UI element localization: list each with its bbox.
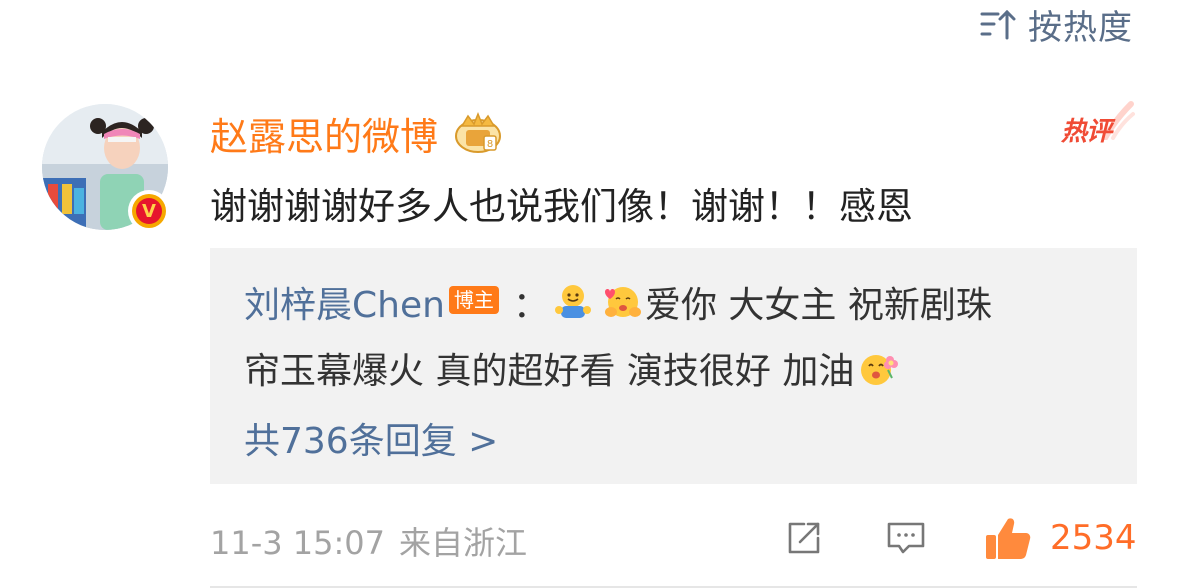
reply-preview-line2: 帘玉幕爆火 真的超好看 演技很好 加油 bbox=[244, 342, 902, 394]
comment-icon bbox=[887, 522, 925, 554]
repost-icon bbox=[788, 522, 820, 554]
hot-tag-label: 热评 bbox=[1061, 117, 1112, 147]
flower-face-emoji bbox=[861, 355, 899, 385]
comment-text: 谢谢谢谢好多人也说我们像！谢谢！！感恩 bbox=[210, 185, 913, 228]
reply-text-line1: 爱你 大女主 祝新剧珠 bbox=[644, 285, 992, 326]
comment-meta: 11-3 15:07 来自浙江 bbox=[210, 518, 527, 564]
verified-v-icon: V bbox=[136, 198, 162, 224]
sort-lines-icon bbox=[980, 9, 1016, 40]
comment-time: 11-3 15:07 bbox=[210, 524, 386, 562]
svg-text:8: 8 bbox=[487, 139, 493, 150]
reply-text-line2: 帘玉幕爆火 真的超好看 演技很好 加油 bbox=[244, 351, 855, 392]
like-button[interactable]: 2534 bbox=[984, 518, 1137, 559]
comment-author[interactable]: 赵露思的微博 8 bbox=[210, 106, 506, 161]
avatar[interactable]: V bbox=[42, 104, 170, 232]
hot-comment-tag: 热评 bbox=[1059, 100, 1135, 152]
comment-source: 来自浙江 bbox=[399, 524, 528, 562]
repost-button[interactable] bbox=[784, 518, 824, 558]
vip-crown-icon: 8 bbox=[455, 111, 502, 153]
reply-separator: ： bbox=[512, 285, 549, 326]
comment-footer: 11-3 15:07 来自浙江 2534 bbox=[210, 518, 1137, 562]
thumbs-up-icon bbox=[986, 518, 1031, 559]
hug-emoji bbox=[554, 285, 591, 318]
sort-label: 按热度 bbox=[1028, 7, 1133, 48]
reply-author[interactable]: 刘梓晨Chen bbox=[244, 276, 445, 328]
reply-preview-line1: 刘梓晨Chen 博主 ： 爱你 大女主 祝新剧珠 bbox=[244, 276, 992, 328]
sort-toggle[interactable]: 按热度 bbox=[978, 4, 1133, 48]
reply-box[interactable]: 刘梓晨Chen 博主 ： 爱你 大女主 祝新剧珠 帘玉幕爆火 真的超好看 演技很… bbox=[210, 248, 1137, 484]
love-hug-emoji bbox=[604, 287, 641, 317]
like-count: 2534 bbox=[1050, 518, 1137, 558]
verified-badge: V bbox=[128, 190, 170, 232]
view-replies-link[interactable]: 共736条回复 > bbox=[244, 412, 498, 464]
reply-button[interactable] bbox=[885, 518, 927, 558]
comment-author-name: 赵露思的微博 bbox=[210, 115, 439, 159]
author-role-badge: 博主 bbox=[448, 286, 499, 314]
